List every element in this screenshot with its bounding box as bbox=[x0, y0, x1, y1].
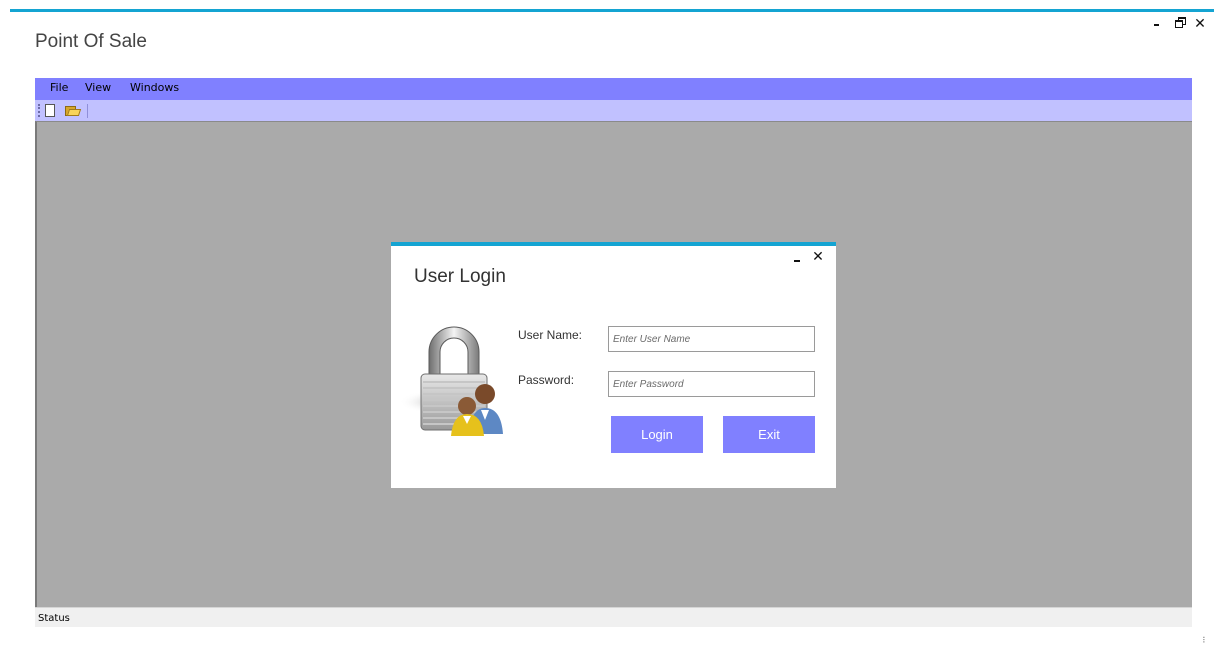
resize-grip-icon[interactable]: ⠇ bbox=[1202, 637, 1210, 645]
menu-bar: File View Windows bbox=[35, 78, 1192, 100]
window-controls: ✕ bbox=[1146, 14, 1214, 32]
new-document-icon[interactable] bbox=[45, 104, 55, 117]
close-icon[interactable]: ✕ bbox=[1190, 14, 1210, 32]
menu-windows[interactable]: Windows bbox=[130, 81, 179, 94]
dialog-accent-bar bbox=[391, 242, 836, 246]
window-accent-bar bbox=[10, 9, 1214, 12]
restore-icon[interactable] bbox=[1170, 14, 1190, 32]
menu-view[interactable]: View bbox=[85, 81, 111, 94]
password-input[interactable] bbox=[608, 371, 815, 397]
dialog-title: User Login bbox=[414, 266, 506, 287]
username-input[interactable] bbox=[608, 326, 815, 352]
dialog-minimize-icon[interactable] bbox=[790, 250, 804, 264]
app-title: Point Of Sale bbox=[35, 31, 147, 52]
minimize-icon[interactable] bbox=[1148, 14, 1168, 32]
toolbar bbox=[35, 100, 1192, 121]
status-bar: Status bbox=[35, 607, 1192, 627]
toolbar-separator bbox=[87, 104, 88, 118]
dialog-close-icon[interactable]: ✕ bbox=[811, 249, 825, 263]
username-label: User Name: bbox=[518, 328, 583, 342]
exit-button[interactable]: Exit bbox=[723, 416, 815, 453]
lock-users-icon bbox=[399, 326, 503, 436]
password-label: Password: bbox=[518, 373, 575, 387]
menu-file[interactable]: File bbox=[50, 81, 68, 94]
login-button[interactable]: Login bbox=[611, 416, 703, 453]
toolbar-grip[interactable] bbox=[38, 104, 40, 117]
open-folder-icon[interactable] bbox=[65, 105, 82, 116]
status-label: Status bbox=[38, 613, 70, 624]
login-dialog: User Login ✕ User Name: Enter User Name … bbox=[391, 242, 836, 488]
